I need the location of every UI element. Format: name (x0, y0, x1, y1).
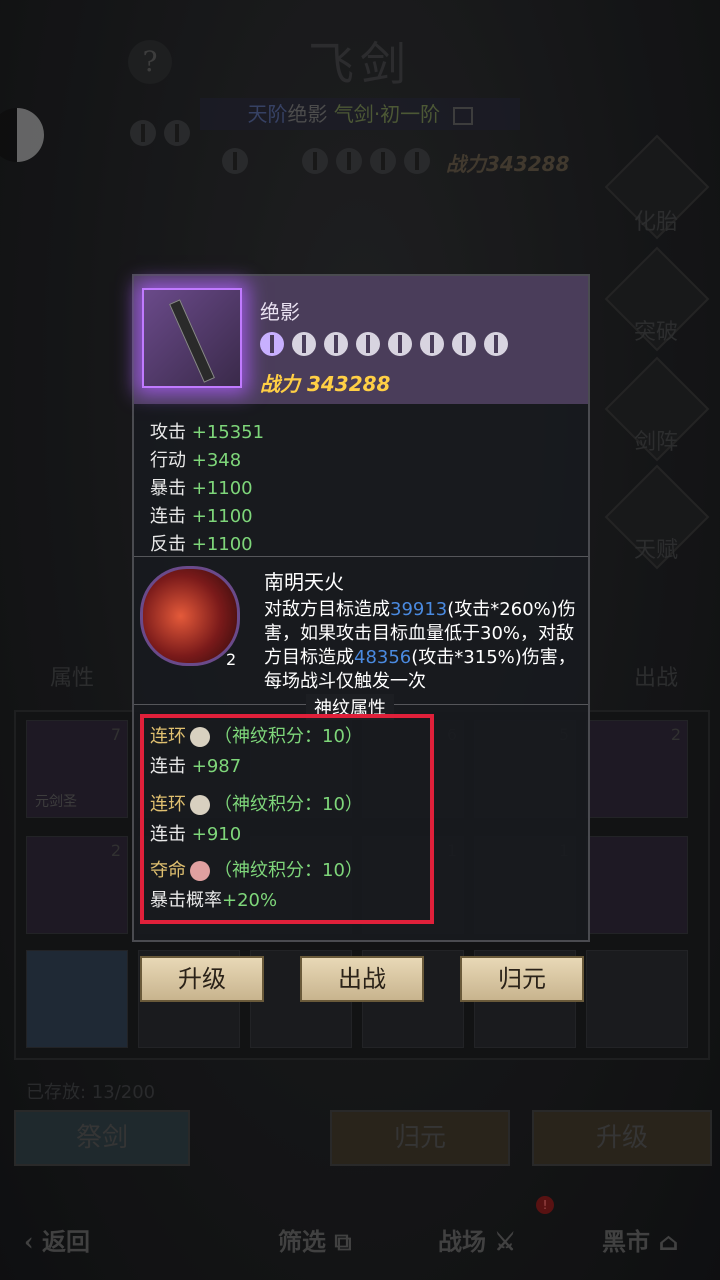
rune-stat: 暴击概率+20% (150, 886, 277, 912)
skill-text: 对敌方目标造成 (264, 599, 390, 620)
rune-stat-label: 连击 (150, 824, 186, 845)
sword-star-row (260, 332, 516, 360)
popup-deploy-button[interactable]: 出战 (300, 956, 424, 1002)
skill-icon (140, 566, 240, 666)
stat-label: 连击 (150, 506, 186, 527)
star-icon (260, 332, 284, 356)
stat-value: +1100 (191, 506, 253, 527)
star-icon (420, 332, 444, 356)
star-icon (484, 332, 508, 356)
stat-value: +1100 (191, 534, 253, 555)
rune-stat-value: +910 (191, 824, 242, 845)
rune-stat: 连击 +987 (150, 752, 241, 778)
star-icon (292, 332, 316, 356)
skill-description: 对敌方目标造成39913(攻击*260%)伤害，如果攻击目标血量低于30%，对敌… (264, 598, 584, 694)
sword-name: 绝影 (260, 300, 300, 324)
sword-thumbnail (142, 288, 242, 388)
star-icon (452, 332, 476, 356)
skill-level: 2 (226, 650, 237, 669)
skill-damage-value: 39913 (390, 599, 448, 620)
stat-label: 行动 (150, 450, 186, 471)
skill-damage-value: 48356 (354, 647, 412, 668)
rune-stat-value: +20% (222, 890, 278, 911)
sword-power: 战力 343288 (260, 368, 390, 397)
rune-stat: 连击 +910 (150, 820, 241, 846)
rune-row: 夺命 （神纹积分：10） (150, 856, 363, 882)
sword-icon (169, 299, 215, 383)
star-icon (388, 332, 412, 356)
rune-score: （神纹积分：10） (214, 794, 363, 815)
divider (134, 556, 588, 557)
star-icon (356, 332, 380, 356)
sword-detail-popup: 绝影 战力 343288 攻击 +15351 行动 +348 暴击 +1100 … (132, 274, 590, 942)
rune-stat-label: 暴击概率 (150, 890, 222, 911)
rune-name: 连环 (150, 794, 186, 815)
stat-label: 暴击 (150, 478, 186, 499)
rune-stat-label: 连击 (150, 756, 186, 777)
popup-upgrade-button[interactable]: 升级 (140, 956, 264, 1002)
stat-value: +1100 (191, 478, 253, 499)
rune-score: （神纹积分：10） (214, 860, 363, 881)
skill-name: 南明天火 (264, 570, 344, 594)
star-icon (324, 332, 348, 356)
stat-label: 攻击 (150, 422, 186, 443)
rune-row: 连环 （神纹积分：10） (150, 790, 363, 816)
popup-header: 绝影 战力 343288 (134, 276, 588, 404)
stat-row: 连击 +1100 (150, 502, 253, 528)
rune-stat-value: +987 (191, 756, 242, 777)
power-value: 343288 (306, 372, 391, 396)
rune-name: 连环 (150, 726, 186, 747)
popup-return-button[interactable]: 归元 (460, 956, 584, 1002)
stat-row: 行动 +348 (150, 446, 241, 472)
stat-row: 反击 +1100 (150, 530, 253, 556)
stat-value: +348 (191, 450, 242, 471)
rune-swirl-icon (190, 795, 210, 815)
rune-claw-icon (190, 861, 210, 881)
stat-row: 暴击 +1100 (150, 474, 253, 500)
rune-row: 连环 （神纹积分：10） (150, 722, 363, 748)
rune-score: （神纹积分：10） (214, 726, 363, 747)
stat-value: +15351 (191, 422, 265, 443)
power-label: 战力 (260, 372, 300, 396)
rune-swirl-icon (190, 727, 210, 747)
stat-label: 反击 (150, 534, 186, 555)
stat-row: 攻击 +15351 (150, 418, 264, 444)
rune-name: 夺命 (150, 860, 186, 881)
